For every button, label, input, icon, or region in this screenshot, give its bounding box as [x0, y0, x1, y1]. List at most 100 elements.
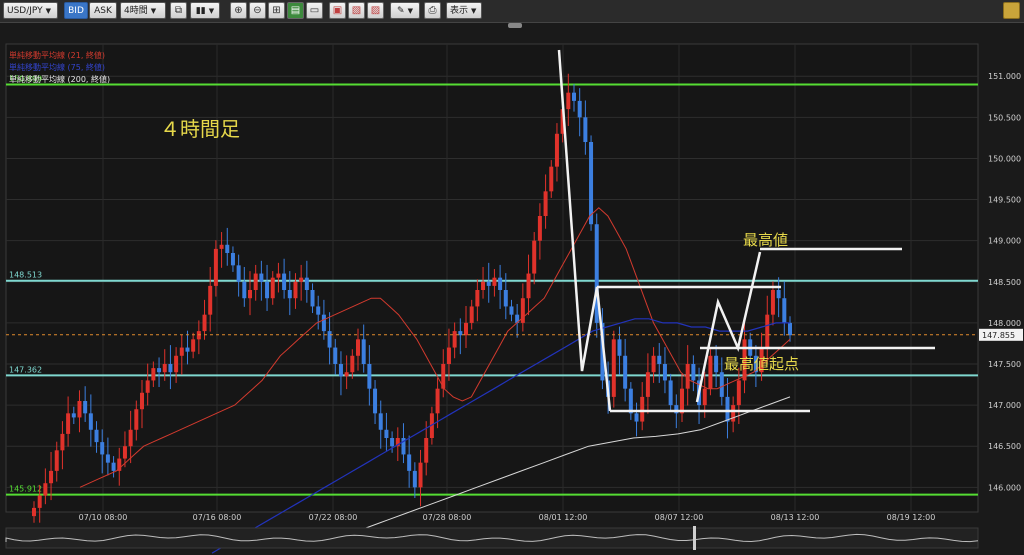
candle-body [128, 429, 133, 447]
candle-body [469, 306, 474, 323]
screenshot-icon[interactable]: ⎙ [424, 2, 441, 19]
x-tick-label: 08/01 12:00 [539, 513, 588, 522]
candle-body [549, 166, 554, 192]
candle-body [435, 388, 440, 414]
x-tick-label: 07/28 08:00 [423, 513, 472, 522]
toolbar: USD/JPY ▼ BID ASK 4時間 ▼ ⧉ ▮▮ ▼ ⊕ ⊖ ⊞ ▤ ▭ ▣ … [0, 0, 1024, 23]
candle-body [344, 372, 349, 377]
current-price-label: 147.855 [982, 331, 1015, 340]
ma21-legend: 単純移動平均線 (21, 終値) [9, 51, 106, 60]
candle-body [32, 507, 36, 517]
ma75-legend: 単純移動平均線 (75, 終値) [9, 63, 106, 72]
candle-body [691, 364, 696, 381]
highest-start-annotation: 最高値起点 [724, 355, 799, 373]
candle-body [373, 388, 378, 414]
candle-body [270, 277, 275, 299]
candle-body [788, 322, 792, 336]
plot-area [5, 43, 979, 513]
candle-body [714, 355, 719, 373]
candle-body [532, 240, 537, 274]
chevron-down-icon: ▼ [407, 7, 413, 15]
lock-icon[interactable] [1003, 2, 1020, 19]
draw-tool-button[interactable]: ✎ ▼ [390, 2, 420, 19]
indicator-icon[interactable]: ▤ [287, 2, 304, 19]
candle-body [657, 355, 662, 364]
candle-body [566, 92, 571, 110]
candle-body [537, 216, 542, 241]
symbol-select[interactable]: USD/JPY ▼ [3, 2, 58, 19]
chevron-down-icon: ▼ [471, 7, 477, 15]
candle-body [236, 265, 241, 282]
grid-icon[interactable]: ⊞ [268, 2, 285, 19]
candle-body [219, 244, 224, 249]
candle-body [446, 347, 451, 364]
reset-icon[interactable]: ▨ [367, 2, 384, 19]
candle-body [304, 277, 309, 290]
candle-body [492, 277, 497, 286]
candle-body [464, 322, 468, 336]
link-icon[interactable]: ⧉ [170, 2, 187, 19]
candle-body [134, 409, 139, 430]
y-tick-label: 150.500 [988, 113, 1021, 122]
candle-body [668, 380, 673, 406]
candle-body [37, 495, 42, 508]
candle-body [225, 244, 230, 253]
level-label: 148.513 [9, 271, 42, 280]
candle-body [725, 396, 730, 422]
candle-body [623, 355, 628, 389]
y-tick-label: 146.000 [988, 483, 1021, 492]
candle-body [634, 413, 639, 422]
display-menu[interactable]: 表示 ▼ [446, 2, 482, 19]
candle-body [782, 298, 787, 323]
candle-body [611, 339, 616, 397]
candle-body [208, 285, 213, 315]
candle-body [111, 462, 116, 471]
chart-type-button[interactable]: ▮▮ ▼ [190, 2, 220, 19]
pencil-icon: ✎ [397, 6, 405, 16]
candle-body [617, 339, 622, 356]
candle-body [708, 355, 713, 389]
candle-body [509, 306, 514, 315]
x-tick-label: 08/19 12:00 [887, 513, 936, 522]
candle-body [43, 483, 48, 496]
candle-body [498, 277, 503, 290]
level-label: 145.912 [9, 485, 42, 494]
candle-body [407, 454, 412, 471]
candle-body [475, 290, 480, 307]
candle-body [265, 281, 270, 299]
candle-body [179, 347, 184, 356]
candle-body [378, 413, 383, 430]
candle-body [66, 413, 71, 434]
ask-button[interactable]: ASK [89, 2, 117, 19]
price-chart[interactable]: 151.000 150.500 150.000 149.500 149.000 148.5… [0, 30, 1024, 555]
template-icon[interactable]: ▧ [348, 2, 365, 19]
candle-body [88, 413, 93, 430]
x-tick-label: 08/13 12:00 [771, 513, 820, 522]
candle-body [168, 364, 173, 373]
candle-body [293, 281, 298, 299]
candle-body [776, 290, 781, 299]
bid-button[interactable]: BID [64, 2, 88, 19]
candle-body [361, 339, 366, 364]
drag-handle[interactable] [508, 23, 522, 28]
candle-body [230, 253, 235, 266]
window-icon[interactable]: ▭ [306, 2, 323, 19]
candle-body [390, 438, 395, 447]
candle-body [486, 281, 491, 286]
y-tick-label: 147.500 [988, 360, 1021, 369]
candle-body [628, 388, 633, 414]
candle-body [412, 470, 417, 488]
symbol-label: USD/JPY [7, 6, 43, 16]
candle-body [185, 347, 190, 352]
timeframe-select[interactable]: 4時間 ▼ [120, 2, 166, 19]
zoom-out-icon[interactable]: ⊖ [249, 2, 266, 19]
candle-body [94, 429, 99, 443]
candle-body [162, 364, 167, 373]
save-chart-icon[interactable]: ▣ [329, 2, 346, 19]
y-tick-label: 148.000 [988, 319, 1021, 328]
candle-body [140, 392, 144, 410]
candle-body [481, 281, 486, 290]
candle-body [151, 368, 156, 381]
ma200-legend: 単純移動平均線 (200, 終値) [9, 75, 111, 84]
zoom-in-icon[interactable]: ⊕ [230, 2, 247, 19]
